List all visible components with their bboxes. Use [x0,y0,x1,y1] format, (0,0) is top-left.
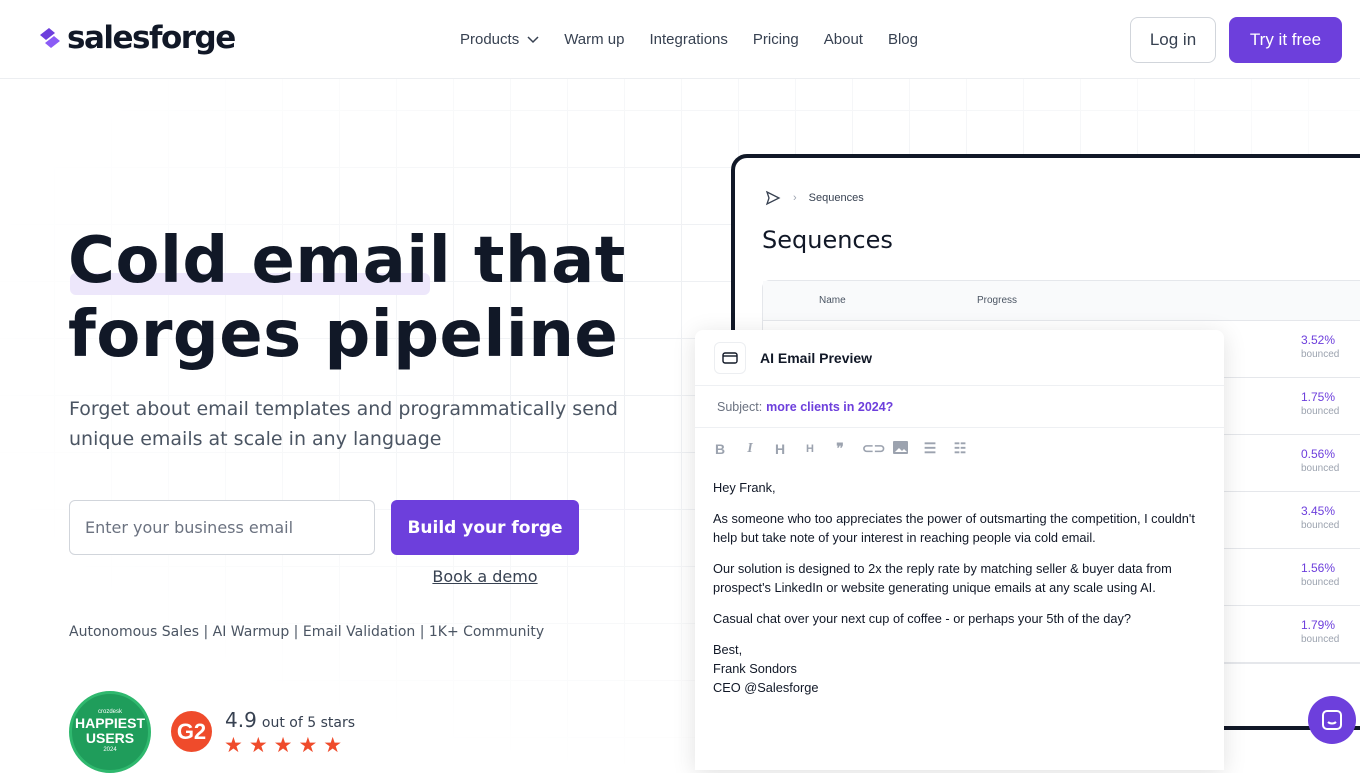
bounce-rate: 1.75% [1301,390,1336,404]
tagline: Autonomous Sales | AI Warmup | Email Val… [69,624,545,640]
title-line-2: forges pipeline [68,298,619,372]
logo-text: salesforge [67,20,236,56]
hero-subtitle: Forget about email templates and program… [69,398,618,450]
bounced-label: bounced [1301,634,1340,645]
mail-icon [714,341,746,374]
image-icon[interactable] [892,440,908,457]
chat-widget-button[interactable] [1308,696,1356,744]
heading2-icon[interactable]: H [802,443,818,455]
main-nav: Products Warm up Integrations Pricing Ab… [460,31,918,48]
email-signature-name: Frank Sondors [713,661,797,676]
salesforge-logo-icon [40,28,60,48]
bounce-rate: 3.45% [1301,504,1336,518]
book-demo-link[interactable]: Book a demo [391,567,579,586]
bullet-list-icon[interactable]: ☰ [922,440,938,457]
crozdesk-badge: crozdesk HAPPIEST USERS 2024 [69,691,151,773]
rating-suffix: out of 5 stars [261,715,355,731]
send-icon [765,190,781,206]
email-signoff: Best, [713,642,743,657]
card-header: AI Email Preview [695,330,1224,386]
bounced-label: bounced [1301,406,1340,417]
chevron-down-icon [527,35,539,43]
dashboard-title: Sequences [762,226,893,254]
link-icon[interactable]: ⊂⊃ [862,440,885,457]
subject-line: Subject: more clients in 2024? [695,386,1224,428]
italic-icon[interactable]: I [742,441,758,457]
column-name: Name [819,295,846,306]
quote-icon[interactable]: ❞ [832,440,848,457]
bounced-label: bounced [1301,577,1340,588]
logo[interactable]: salesforge [36,20,236,56]
site-header: salesforge Products Warm up Integrations… [0,0,1360,79]
bounce-rate: 1.56% [1301,561,1336,575]
hero-title: Cold email that forges pipeline [68,224,626,372]
column-progress: Progress [977,295,1018,306]
bounce-rate: 0.56% [1301,447,1336,461]
nav-pricing[interactable]: Pricing [753,31,799,48]
card-title: AI Email Preview [760,349,873,366]
bounced-label: bounced [1301,463,1340,474]
bounced-label: bounced [1301,520,1340,531]
breadcrumb: › Sequences [765,190,864,206]
subject-value: more clients in 2024? [766,399,894,414]
subject-label: Subject: [717,399,763,414]
email-greeting: Hey Frank, [713,480,776,495]
g2-logo-icon: G2 [171,711,212,752]
nav-integrations[interactable]: Integrations [650,31,728,48]
ai-email-preview-card: AI Email Preview Subject: more clients in… [695,330,1224,770]
editor-toolbar: B I H H ❞ ⊂⊃ ☰ ☷ [695,428,1224,457]
email-paragraph: Casual chat over your next cup of coffee… [713,611,1132,626]
email-signature-title: CEO @Salesforge [713,680,819,695]
email-paragraph: As someone who too appreciates the power… [713,511,1195,545]
bold-icon[interactable]: B [712,441,728,457]
login-button[interactable]: Log in [1130,17,1216,63]
email-paragraph: Our solution is designed to 2x the reply… [713,561,1172,595]
try-free-button[interactable]: Try it free [1229,17,1342,63]
bounce-rate: 3.52% [1301,333,1336,347]
nav-blog[interactable]: Blog [888,31,918,48]
bounce-rate: 1.79% [1301,618,1336,632]
star-icons: ★★★★★ [224,734,349,757]
heading1-icon[interactable]: H [772,441,788,457]
title-line-1: Cold email that [68,224,626,298]
nav-about[interactable]: About [824,31,863,48]
business-email-input[interactable] [69,500,375,555]
build-forge-button[interactable]: Build your forge [391,500,579,555]
crozdesk-year: 2024 [103,747,117,753]
rating-value: 4.9 [225,708,257,732]
bounced-label: bounced [1301,349,1340,360]
nav-products[interactable]: Products [460,31,539,48]
table-header: Name Progress [763,281,1360,321]
chevron-right-icon: › [793,192,797,204]
crozdesk-title: HAPPIEST USERS [74,715,145,746]
chat-icon [1322,710,1342,730]
nav-warm-up[interactable]: Warm up [564,31,624,48]
email-body: Hey Frank, As someone who too appreciate… [695,457,1224,697]
nav-label: Products [460,31,520,48]
numbered-list-icon[interactable]: ☷ [952,440,968,457]
rating: 4.9 out of 5 stars [225,708,355,732]
breadcrumb-item[interactable]: Sequences [809,192,864,204]
